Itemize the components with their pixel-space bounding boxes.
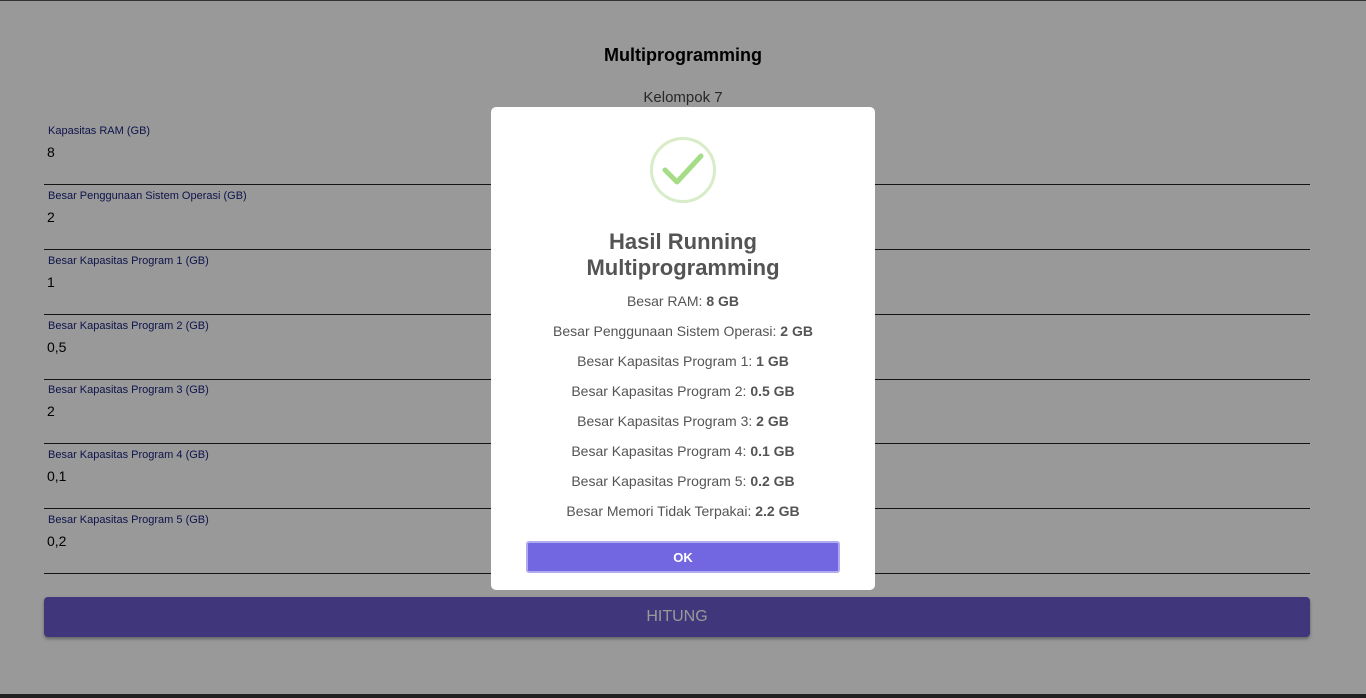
result-program-2: Besar Kapasitas Program 2: 0.5 GB bbox=[491, 381, 875, 401]
result-value: 0.2 GB bbox=[750, 473, 795, 489]
result-value: 2.2 GB bbox=[755, 503, 800, 519]
result-label: Besar Kapasitas Program 4: bbox=[571, 443, 751, 459]
result-value: 0.5 GB bbox=[750, 383, 795, 399]
result-unused-memory: Besar Memori Tidak Terpakai: 2.2 GB bbox=[491, 501, 875, 521]
result-label: Besar RAM: bbox=[626, 293, 707, 309]
dialog-title: Hasil Running Multiprogramming bbox=[586, 229, 780, 280]
result-label: Besar Memori Tidak Terpakai: bbox=[566, 503, 756, 519]
result-value: 2 GB bbox=[780, 323, 813, 339]
result-value: 0.1 GB bbox=[750, 443, 795, 459]
result-value: 8 GB bbox=[706, 293, 740, 309]
ok-button[interactable]: OK bbox=[526, 541, 840, 573]
result-program-5: Besar Kapasitas Program 5: 0.2 GB bbox=[491, 471, 875, 491]
result-label: Besar Kapasitas Program 5: bbox=[571, 473, 751, 489]
result-value: 1 GB bbox=[756, 353, 789, 369]
result-ram: Besar RAM: 8 GB bbox=[491, 291, 875, 311]
result-program-3: Besar Kapasitas Program 3: 2 GB bbox=[491, 411, 875, 431]
result-dialog: Hasil Running Multiprogramming Besar RAM… bbox=[491, 107, 875, 590]
result-os-usage: Besar Penggunaan Sistem Operasi: 2 GB bbox=[491, 321, 875, 341]
result-label: Besar Kapasitas Program 1: bbox=[577, 353, 757, 369]
checkmark-icon bbox=[650, 137, 716, 203]
result-program-4: Besar Kapasitas Program 4: 0.1 GB bbox=[491, 441, 875, 461]
result-label: Besar Kapasitas Program 3: bbox=[577, 413, 757, 429]
result-value: 2 GB bbox=[756, 413, 789, 429]
result-label: Besar Penggunaan Sistem Operasi: bbox=[553, 323, 781, 339]
bottom-divider bbox=[0, 694, 1366, 698]
result-program-1: Besar Kapasitas Program 1: 1 GB bbox=[491, 351, 875, 371]
result-label: Besar Kapasitas Program 2: bbox=[571, 383, 751, 399]
